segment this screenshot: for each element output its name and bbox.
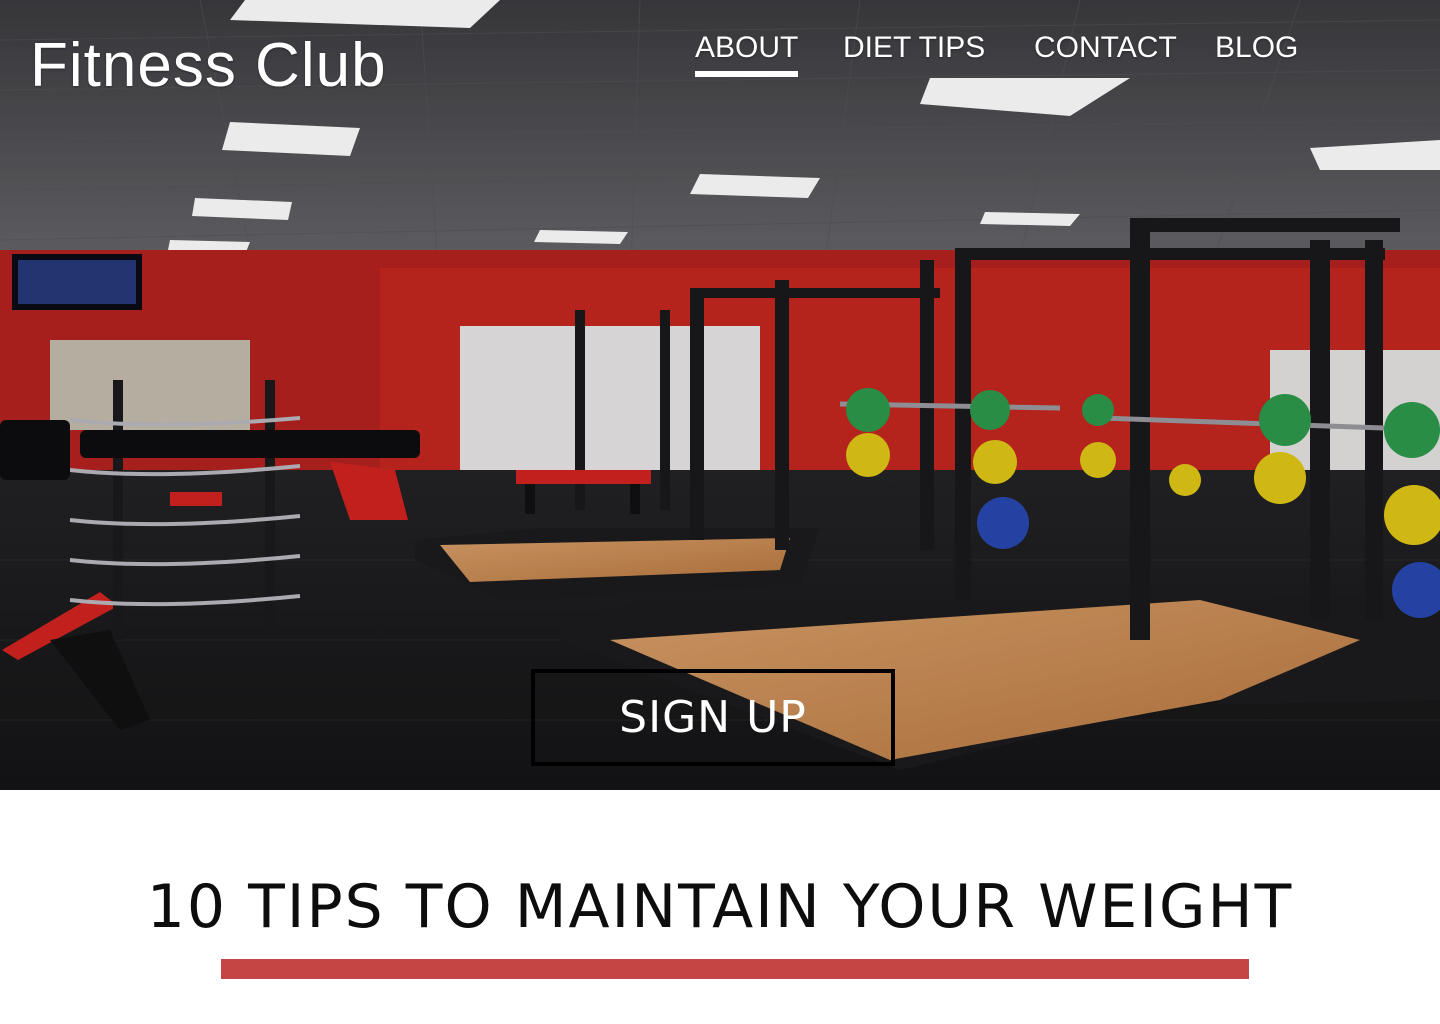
nav-item-contact[interactable]: CONTACT [1034, 31, 1177, 71]
nav-item-blog[interactable]: BLOG [1215, 31, 1298, 71]
sign-up-button[interactable]: SIGN UP [531, 669, 895, 766]
nav-item-diet-tips[interactable]: DIET TIPS [843, 31, 985, 71]
nav-item-about[interactable]: ABOUT [695, 31, 799, 77]
hero-banner: Fitness Club ABOUT DIET TIPS CONTACT BLO… [0, 0, 1440, 790]
article-title: 10 TIPS TO MAINTAIN YOUR WEIGHT [146, 872, 1294, 942]
title-underline [221, 959, 1249, 979]
main-nav: ABOUT DIET TIPS CONTACT BLOG [0, 31, 1440, 91]
